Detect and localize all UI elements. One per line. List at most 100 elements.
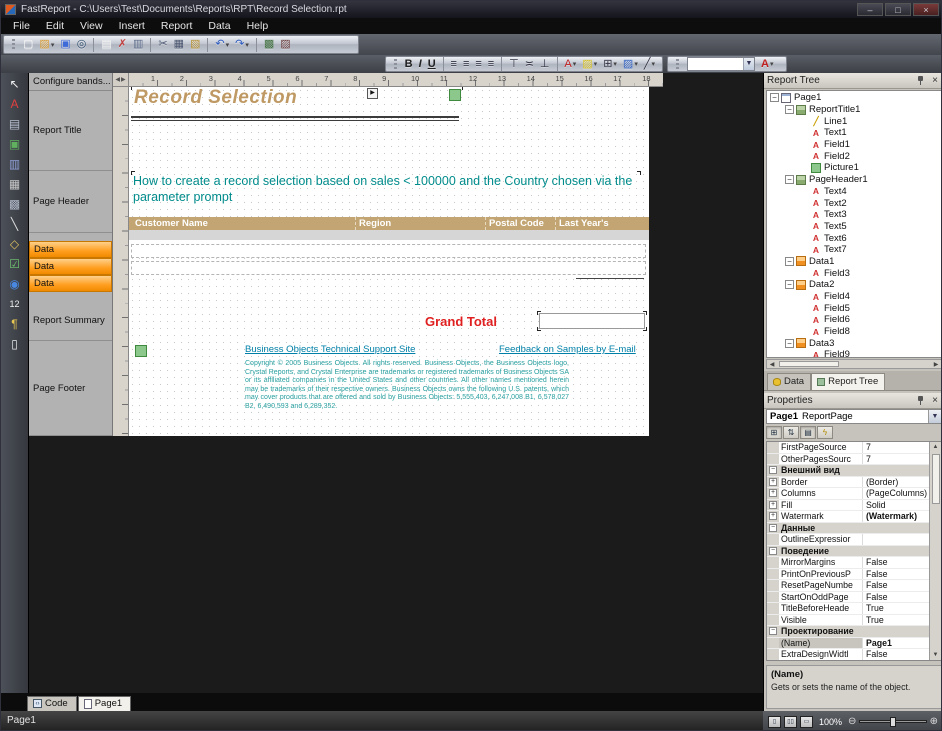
tree-item-data1[interactable]: −Data1: [767, 256, 941, 268]
data-band-row[interactable]: [131, 261, 646, 275]
selection-handle[interactable]: [637, 171, 641, 175]
band-data[interactable]: Data: [29, 258, 112, 275]
chevron-down-icon[interactable]: ▾: [770, 60, 774, 68]
property-value[interactable]: False: [863, 580, 930, 590]
tree-item-text4[interactable]: AText4: [767, 186, 941, 198]
column-header[interactable]: Last Year's: [559, 218, 609, 229]
chart-object-button[interactable]: ◉: [3, 274, 27, 293]
menu-item-insert[interactable]: Insert: [111, 19, 153, 33]
toolbar-delete-page-button[interactable]: ✗: [116, 36, 129, 53]
line-object-button[interactable]: ╲: [3, 214, 27, 233]
tree-item-field3[interactable]: AField3: [767, 267, 941, 279]
vertical-ruler[interactable]: [113, 87, 129, 436]
selection-handle[interactable]: [537, 311, 541, 315]
tree-item-text7[interactable]: AText7: [767, 244, 941, 256]
tab-data[interactable]: Data: [767, 373, 811, 390]
scroll-up-icon[interactable]: ▲: [930, 442, 941, 452]
tree-horizontal-scrollbar[interactable]: ◀ ▶: [766, 359, 942, 369]
property-value[interactable]: (Watermark): [863, 511, 930, 521]
checkbox-object-button[interactable]: ☑: [3, 254, 27, 273]
tab-report-tree[interactable]: Report Tree: [811, 373, 885, 390]
property-row-outlineexpressior[interactable]: OutlineExpressior: [767, 534, 930, 546]
chevron-down-icon[interactable]: ▼: [743, 58, 754, 70]
events-view-button[interactable]: ϟ: [817, 426, 833, 439]
toolbar-undo-button[interactable]: ↶▾: [213, 36, 231, 53]
tree-item-field5[interactable]: AField5: [767, 302, 941, 314]
property-value[interactable]: Page1: [863, 638, 930, 648]
properties-view-button[interactable]: ▤: [800, 426, 816, 439]
tree-item-field6[interactable]: AField6: [767, 314, 941, 326]
support-site-link[interactable]: Business Objects Technical Support Site: [245, 344, 415, 355]
toolbar-cut-button[interactable]: ✂: [156, 36, 169, 53]
copyright-text[interactable]: Copyright © 2005 Business Objects. All r…: [245, 360, 569, 412]
picture-object-thumb[interactable]: [449, 89, 461, 101]
title-underline[interactable]: [131, 120, 459, 121]
band-data[interactable]: Data: [29, 241, 112, 258]
toolbar-align-justify-button[interactable]: ≡: [486, 56, 496, 73]
property-row-поведение[interactable]: −Поведение: [767, 546, 930, 558]
maximize-button[interactable]: □: [885, 3, 911, 16]
tree-item-page1[interactable]: −Page1: [767, 92, 941, 104]
property-value[interactable]: True: [863, 615, 930, 625]
data-band-row[interactable]: [131, 244, 646, 258]
object-selector-combo[interactable]: Page1 ReportPage ▼: [766, 409, 942, 424]
zoom-whole-page-button[interactable]: ▯▯: [784, 716, 797, 728]
richtext-object-button[interactable]: ¶: [3, 314, 27, 333]
toolbar-copy-button[interactable]: ▦: [172, 36, 186, 53]
line-object[interactable]: [576, 278, 644, 279]
toolbar-text-color-button[interactable]: A▾: [562, 56, 578, 73]
expander-icon[interactable]: −: [770, 93, 779, 102]
pin-icon[interactable]: [916, 76, 925, 85]
collapse-icon[interactable]: −: [769, 466, 777, 474]
property-row-данные[interactable]: −Данные: [767, 523, 930, 535]
toolbar-valign-top-button[interactable]: ⊤: [507, 56, 521, 73]
property-row-fill[interactable]: +FillSolid: [767, 500, 930, 512]
title-bar[interactable]: FastReport - C:\Users\Test\Documents\Rep…: [1, 1, 942, 18]
property-row-extradesignwidtl[interactable]: ExtraDesignWidtlFalse: [767, 649, 930, 661]
spacer-band[interactable]: [129, 230, 649, 240]
tree-item-text3[interactable]: AText3: [767, 209, 941, 221]
table-object-button[interactable]: ▦: [3, 174, 27, 193]
alphabetical-view-button[interactable]: ⇅: [783, 426, 799, 439]
expand-icon[interactable]: +: [769, 489, 777, 497]
selection-handle[interactable]: [131, 87, 135, 90]
collapse-icon[interactable]: −: [769, 524, 777, 532]
tree-item-pageheader1[interactable]: −PageHeader1: [767, 174, 941, 186]
next-page-icon[interactable]: ▶: [121, 76, 126, 83]
toolbar-bold-button[interactable]: B: [403, 56, 415, 73]
grid-vertical-scrollbar[interactable]: ▲ ▼: [929, 442, 941, 660]
chevron-down-icon[interactable]: ▾: [51, 41, 55, 49]
tab-code[interactable]: ‹› Code: [27, 696, 77, 711]
matrix-object-button[interactable]: ▩: [3, 194, 27, 213]
shape-object-button[interactable]: ◇: [3, 234, 27, 253]
chevron-down-icon[interactable]: ▾: [634, 60, 638, 68]
property-row-otherpagessourc[interactable]: OtherPagesSourc7: [767, 454, 930, 466]
toolbar-open-button[interactable]: ▨▾: [37, 36, 56, 53]
band-object-button[interactable]: ▤: [3, 114, 27, 133]
collapse-icon[interactable]: −: [769, 547, 777, 555]
toolbar-underline-button[interactable]: U: [426, 56, 438, 73]
toolbar-line-style-button[interactable]: ╱▾: [642, 56, 657, 73]
close-button[interactable]: ×: [913, 3, 939, 16]
tree-item-text6[interactable]: AText6: [767, 232, 941, 244]
chevron-down-icon[interactable]: ▾: [573, 60, 577, 68]
toolbar-grip-icon[interactable]: [394, 59, 397, 69]
expand-icon[interactable]: +: [769, 501, 777, 509]
scroll-down-icon[interactable]: ▼: [930, 650, 941, 660]
property-row-resetpagenumbe[interactable]: ResetPageNumbeFalse: [767, 580, 930, 592]
property-row-titlebeforeheade[interactable]: TitleBeforeHeadeTrue: [767, 603, 930, 615]
chevron-down-icon[interactable]: ▾: [226, 41, 230, 49]
page-header-text[interactable]: How to create a record selection based o…: [133, 173, 641, 205]
pin-icon[interactable]: [916, 396, 925, 405]
property-row-watermark[interactable]: +Watermark(Watermark): [767, 511, 930, 523]
zoom-in-icon[interactable]: ⊕: [930, 717, 938, 727]
column-header[interactable]: Postal Code: [489, 218, 544, 229]
property-row-startonoddpage[interactable]: StartOnOddPageFalse: [767, 592, 930, 604]
tree-item-reporttitle1[interactable]: −ReportTitle1: [767, 104, 941, 116]
tree-item-data2[interactable]: −Data2: [767, 279, 941, 291]
expand-icon[interactable]: +: [769, 512, 777, 520]
feedback-link[interactable]: Feedback on Samples by E-mail: [499, 344, 636, 355]
toolbar-align-left-button[interactable]: ≡: [449, 56, 459, 73]
zoom-100-button[interactable]: ▭: [800, 716, 813, 728]
horizontal-ruler[interactable]: 123456789101112131415161718: [129, 73, 663, 87]
